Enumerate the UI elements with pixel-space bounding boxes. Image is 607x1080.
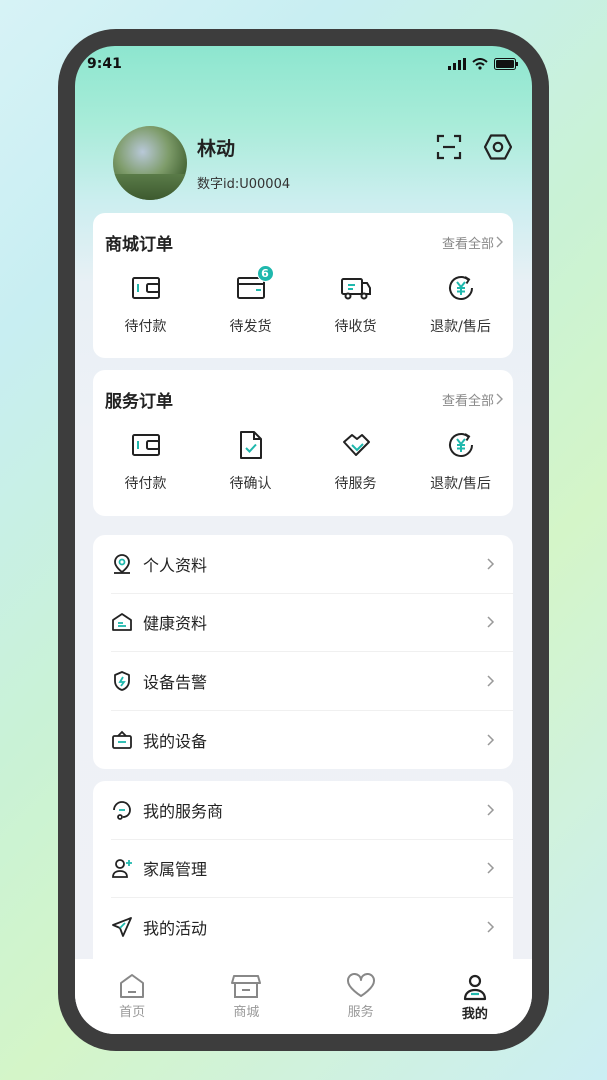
chevron-right-icon bbox=[496, 236, 503, 248]
shop-order-pending-payment[interactable]: 待付款 bbox=[93, 271, 198, 336]
menu-item-health-info[interactable]: 健康资料 bbox=[111, 594, 513, 652]
shop-orders-card: 商城订单 查看全部 待付款 6 待发货 待收货 退款/售后 bbox=[93, 213, 513, 358]
profile-icon bbox=[463, 974, 486, 1001]
notification-badge: 6 bbox=[256, 265, 274, 282]
scan-icon[interactable] bbox=[436, 134, 462, 160]
tab-service[interactable]: 服务 bbox=[304, 959, 418, 1034]
order-label: 待付款 bbox=[124, 319, 167, 335]
shop-order-pending-receipt[interactable]: 待收货 bbox=[303, 271, 408, 336]
menu-label: 我的服务商 bbox=[143, 801, 224, 821]
order-label: 退款/售后 bbox=[430, 476, 491, 492]
user-id: 数字id:U00004 bbox=[197, 177, 291, 192]
shop-orders-title: 商城订单 bbox=[105, 234, 173, 255]
service-order-pending-service[interactable]: 待服务 bbox=[303, 428, 408, 493]
refund-icon bbox=[448, 276, 473, 300]
chevron-right-icon bbox=[496, 393, 503, 405]
signal-icon bbox=[448, 58, 466, 70]
service-order-pending-payment[interactable]: 待付款 bbox=[93, 428, 198, 493]
service-orders-card: 服务订单 查看全部 待付款 待确认 待服务 退款/售后 bbox=[93, 370, 513, 516]
service-orders-see-all[interactable]: 查看全部 bbox=[442, 390, 503, 409]
location-person-icon bbox=[114, 553, 130, 574]
menu-label: 健康资料 bbox=[143, 614, 208, 634]
menu-item-activities[interactable]: 我的活动 bbox=[111, 898, 513, 957]
user-info: 林动 数字id:U00004 bbox=[197, 134, 290, 192]
shop-orders-header: 商城订单 查看全部 bbox=[93, 213, 513, 271]
refund-icon bbox=[448, 433, 473, 457]
health-icon bbox=[112, 613, 132, 632]
chevron-right-icon bbox=[487, 616, 495, 628]
avatar[interactable] bbox=[113, 126, 187, 200]
order-label: 待收货 bbox=[334, 319, 377, 335]
add-user-icon bbox=[112, 859, 132, 879]
battery-icon bbox=[494, 58, 518, 70]
service-orders-row: 待付款 待确认 待服务 退款/售后 bbox=[93, 428, 513, 493]
send-icon bbox=[112, 917, 132, 938]
settings-menu-card: 个人资料 健康资料 设备告警 我的设备 bbox=[93, 535, 513, 769]
status-bar: 9:41 bbox=[75, 46, 532, 82]
service-orders-header: 服务订单 查看全部 bbox=[93, 370, 513, 428]
tab-mine[interactable]: 我的 bbox=[418, 959, 532, 1034]
profile-header: 林动 数字id:U00004 bbox=[113, 126, 290, 200]
order-label: 待发货 bbox=[229, 319, 272, 335]
status-time: 9:41 bbox=[87, 56, 122, 72]
menu-item-personal-info[interactable]: 个人资料 bbox=[111, 535, 513, 594]
menu-label: 个人资料 bbox=[143, 555, 208, 575]
see-all-label: 查看全部 bbox=[441, 236, 494, 252]
menu-item-device-alarm[interactable]: 设备告警 bbox=[111, 652, 513, 711]
chevron-right-icon bbox=[487, 921, 495, 933]
tab-store[interactable]: 商城 bbox=[189, 959, 303, 1034]
bottom-tab-bar: 首页 商城 服务 我的 bbox=[75, 959, 532, 1034]
menu-item-family[interactable]: 家属管理 bbox=[111, 840, 513, 898]
service-order-refund[interactable]: 退款/售后 bbox=[408, 428, 513, 493]
order-label: 待服务 bbox=[334, 476, 377, 492]
service-orders-title: 服务订单 bbox=[105, 391, 173, 412]
device-bag-icon bbox=[112, 730, 132, 749]
order-label: 待确认 bbox=[229, 476, 272, 492]
order-label: 待付款 bbox=[124, 476, 167, 492]
shop-orders-row: 待付款 6 待发货 待收货 退款/售后 bbox=[93, 265, 513, 336]
wifi-icon bbox=[472, 58, 488, 70]
tab-home[interactable]: 首页 bbox=[75, 959, 189, 1034]
wallet-icon bbox=[131, 277, 160, 299]
phone-frame: 9:41 林动 数字id:U00004 商城订单 查看全部 待付款 6 待发货 … bbox=[58, 29, 549, 1051]
store-icon bbox=[231, 975, 262, 998]
chevron-right-icon bbox=[487, 804, 495, 816]
app-screen: 9:41 林动 数字id:U00004 商城订单 查看全部 待付款 6 待发货 … bbox=[75, 46, 532, 1034]
chevron-right-icon bbox=[487, 558, 495, 570]
wallet-icon bbox=[131, 434, 160, 456]
menu-label: 我的设备 bbox=[143, 731, 208, 751]
tab-label: 商城 bbox=[233, 1005, 260, 1020]
header-actions bbox=[436, 134, 512, 160]
service-order-pending-confirm[interactable]: 待确认 bbox=[198, 428, 303, 493]
handshake-icon bbox=[342, 434, 370, 456]
menu-item-my-devices[interactable]: 我的设备 bbox=[111, 711, 513, 770]
order-label: 退款/售后 bbox=[430, 319, 491, 335]
chevron-right-icon bbox=[487, 734, 495, 746]
tab-label: 服务 bbox=[347, 1005, 374, 1020]
headset-icon bbox=[113, 800, 131, 820]
shop-order-refund[interactable]: 退款/售后 bbox=[408, 271, 513, 336]
shield-alert-icon bbox=[114, 670, 130, 691]
chevron-right-icon bbox=[487, 675, 495, 687]
menu-label: 设备告警 bbox=[143, 672, 208, 692]
see-all-label: 查看全部 bbox=[441, 393, 494, 409]
tab-label: 我的 bbox=[461, 1007, 488, 1022]
menu-label: 我的活动 bbox=[143, 919, 208, 939]
shop-order-pending-shipment[interactable]: 6 待发货 bbox=[198, 265, 303, 336]
tab-label: 首页 bbox=[119, 1005, 146, 1020]
doc-check-icon bbox=[239, 431, 262, 459]
heart-icon bbox=[346, 973, 375, 997]
truck-icon bbox=[340, 278, 371, 300]
menu-label: 家属管理 bbox=[143, 860, 208, 880]
user-name: 林动 bbox=[197, 138, 236, 160]
home-icon bbox=[120, 974, 145, 998]
shop-orders-see-all[interactable]: 查看全部 bbox=[442, 233, 503, 252]
chevron-right-icon bbox=[487, 862, 495, 874]
status-icons bbox=[448, 58, 518, 70]
menu-item-service-provider[interactable]: 我的服务商 bbox=[111, 781, 513, 840]
settings-icon[interactable] bbox=[484, 134, 512, 160]
